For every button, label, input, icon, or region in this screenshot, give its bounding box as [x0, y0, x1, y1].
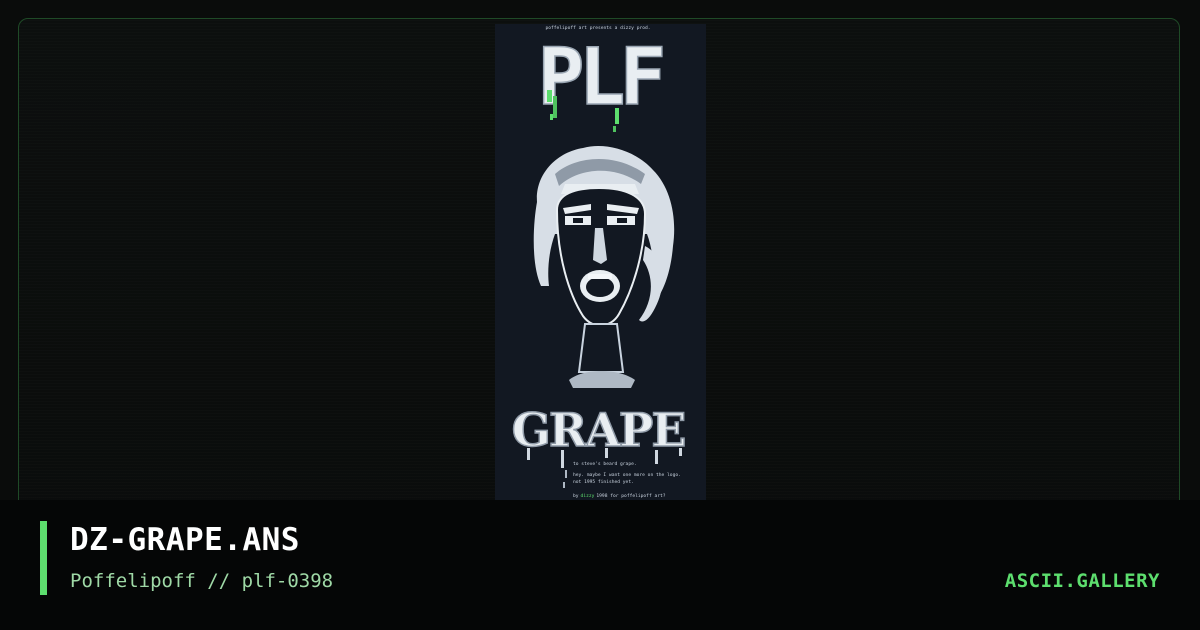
- artwork-title: DZ-GRAPE.ANS: [70, 522, 300, 558]
- ansi-artwork[interactable]: poffelipoff art presents a dizzy prod. P…: [495, 24, 706, 500]
- grape-logo-text: GRAPE: [512, 403, 685, 457]
- credit-suffix: 1998 for poffelipoff art?: [596, 493, 665, 499]
- note-line-3: not 1995 finished yet.: [573, 479, 634, 485]
- credit-prefix: by: [573, 493, 579, 499]
- site-brand-link[interactable]: ASCII.GALLERY: [1005, 568, 1160, 594]
- artwork-subtitle: Poffelipoff // plf-0398: [70, 570, 334, 592]
- credit-name: dizzy: [581, 493, 595, 499]
- note-line-2: hey. maybe I want one more on the logo.: [573, 472, 681, 478]
- artwork-header-text: poffelipoff art presents a dizzy prod.: [545, 25, 650, 31]
- credit-line: by dizzy 1998 for poffelipoff art?: [573, 493, 666, 499]
- accent-bar: [40, 521, 47, 595]
- note-line-1: to steve's beard grape.: [573, 461, 637, 467]
- artwork-illustration: poffelipoff art presents a dizzy prod. P…: [511, 25, 687, 499]
- screaming-face-drawing: [533, 146, 675, 388]
- plf-logo: PLF: [537, 32, 669, 132]
